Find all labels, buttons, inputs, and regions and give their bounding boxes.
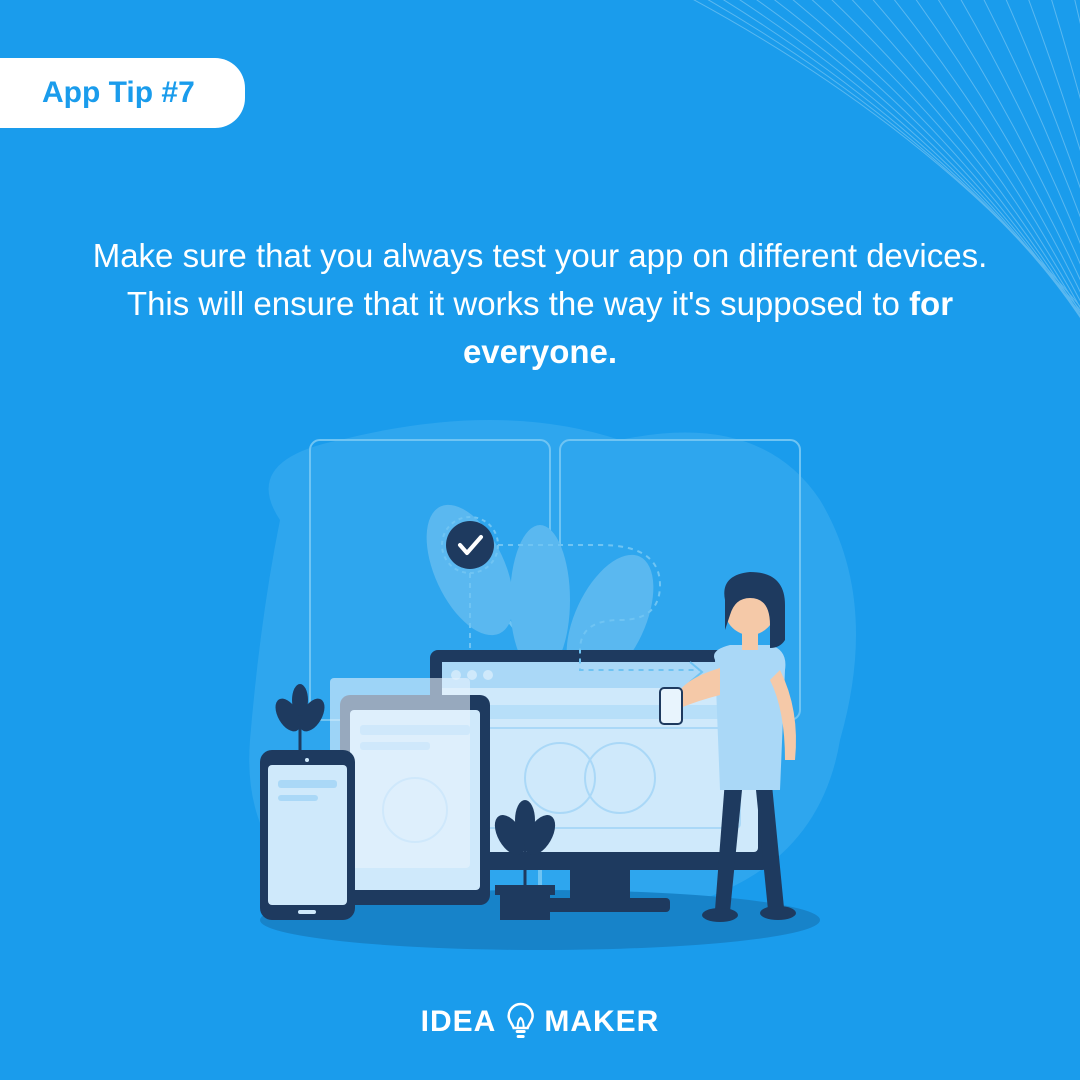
devices-illustration [160, 400, 920, 960]
tip-badge-label: App Tip #7 [42, 76, 195, 109]
tip-text: Make sure that you always test your app … [0, 232, 1080, 376]
logo-right: MAKER [544, 1005, 659, 1039]
logo: IDEA MAKER [421, 1002, 660, 1042]
tip-text-main: Make sure that you always test your app … [93, 237, 988, 322]
tip-badge: App Tip #7 [0, 58, 245, 128]
logo-left: IDEA [421, 1005, 497, 1039]
lightbulb-icon [504, 1002, 536, 1042]
device-phone [260, 750, 355, 920]
